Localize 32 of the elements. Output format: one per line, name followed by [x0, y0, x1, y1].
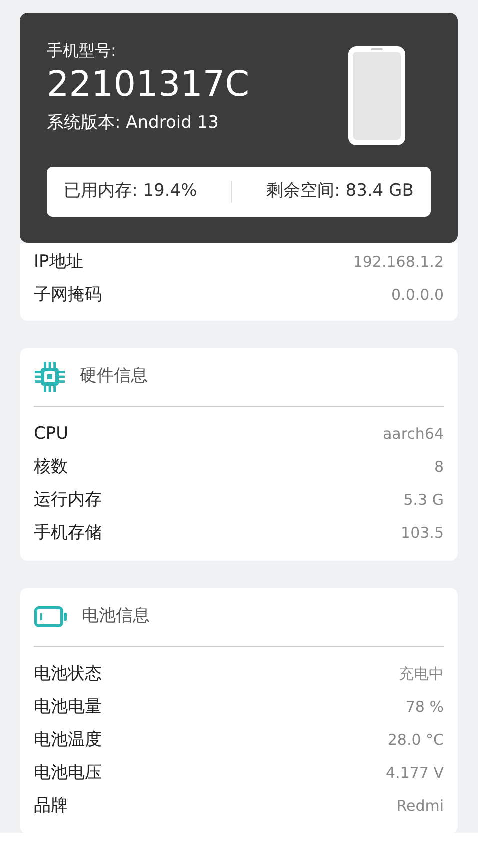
section-title: 硬件信息 [80, 365, 148, 388]
info-label: CPU [34, 422, 69, 446]
info-label: IP地址 [34, 250, 84, 274]
info-value: aarch64 [382, 424, 444, 446]
system-version: 系统版本: Android 13 [47, 112, 220, 135]
used-memory: 已用内存: 19.4% [64, 180, 198, 204]
info-value: 78 % [406, 697, 444, 718]
info-label: 电池电量 [34, 696, 102, 719]
battery-icon [34, 606, 68, 628]
info-value: Redmi [396, 796, 444, 818]
info-value: 5.3 G [404, 490, 444, 512]
info-value: 8 [434, 457, 444, 478]
info-label: 电池状态 [34, 662, 102, 686]
model-label: 手机型号: [47, 41, 118, 61]
info-label: 子网掩码 [34, 284, 102, 307]
info-label: 电池温度 [34, 728, 102, 752]
free-storage: 剩余空间: 83.4 GB [266, 180, 414, 204]
info-value: 103.5 [401, 523, 444, 544]
model-number: 22101317C [47, 64, 250, 107]
info-label: 运行内存 [34, 488, 102, 512]
info-value: 192.168.1.2 [353, 252, 444, 274]
info-label: 电池电压 [34, 762, 102, 785]
info-label: 手机存储 [34, 522, 102, 545]
info-label: 核数 [34, 456, 68, 479]
info-value: 0.0.0.0 [392, 285, 444, 306]
info-value: 28.0 °C [388, 730, 444, 752]
info-label: 品牌 [34, 794, 68, 818]
section-title: 电池信息 [82, 605, 150, 628]
phone-icon [347, 45, 407, 147]
info-value: 充电中 [399, 664, 444, 686]
info-value: 4.177 V [386, 763, 444, 784]
chip-icon [34, 361, 66, 393]
